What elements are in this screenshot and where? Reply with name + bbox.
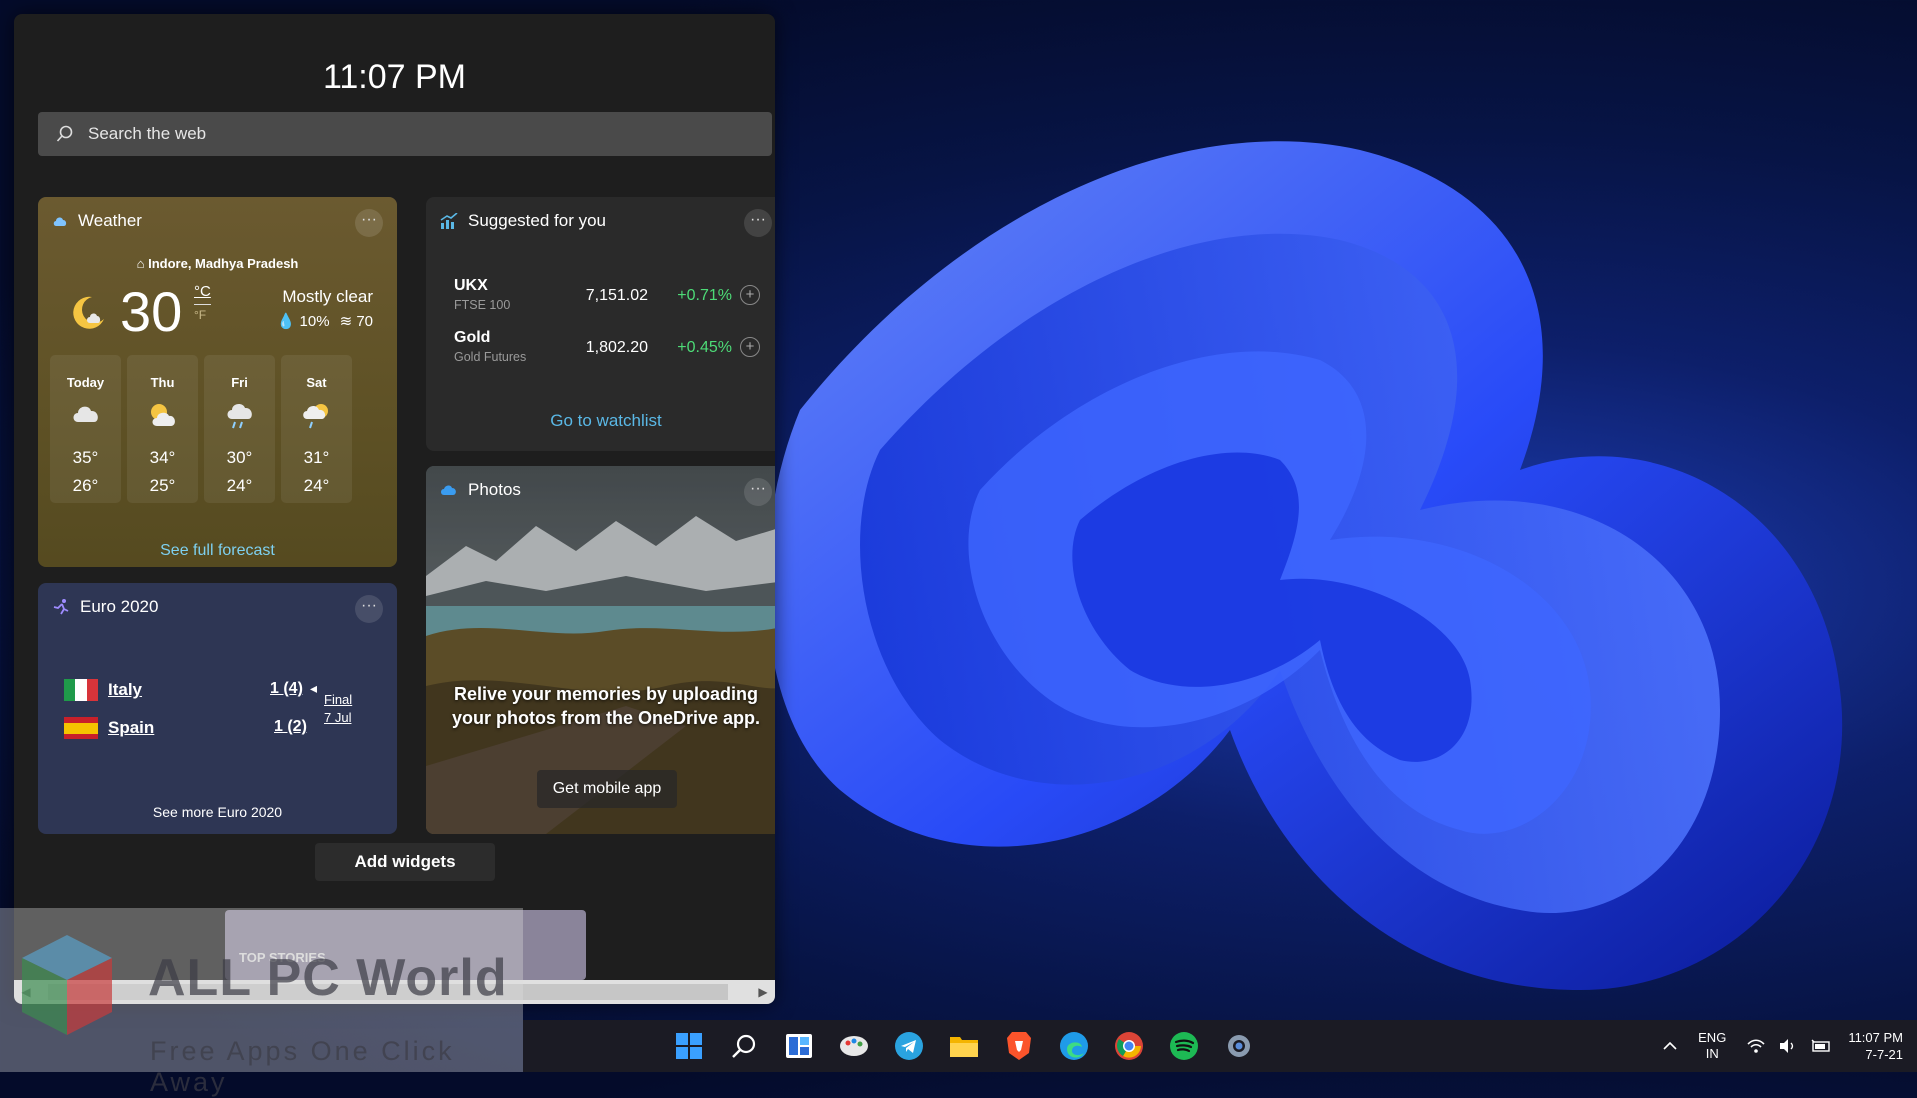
team-row[interactable]: Italy (64, 679, 142, 701)
add-to-watchlist-icon[interactable]: + (740, 337, 760, 357)
search-icon[interactable] (726, 1028, 762, 1064)
forecast-day[interactable]: Today 35° 26° (50, 355, 121, 503)
current-temperature: 30 (120, 280, 183, 343)
paint-icon[interactable] (836, 1028, 872, 1064)
aqi-icon: ≋ (339, 313, 353, 330)
suggested-more-button[interactable]: ··· (744, 209, 772, 237)
weather-card[interactable]: Weather ··· ⌂ Indore, Madhya Pradesh 30 … (38, 197, 397, 567)
see-full-forecast-link[interactable]: See full forecast (38, 542, 397, 560)
euro-more-button[interactable]: ··· (355, 595, 383, 623)
team-score: 1 (4) (270, 680, 303, 697)
panel-clock: 11:07 PM (322, 58, 466, 96)
telegram-icon[interactable] (891, 1028, 927, 1064)
watermark-title: ALL PC World (148, 949, 508, 1007)
system-tray: ENG IN 11:07 PM 7-7-21 (1656, 1020, 1917, 1072)
home-icon: ⌂ (136, 256, 145, 271)
windows-start-icon[interactable] (671, 1028, 707, 1064)
weather-more-button[interactable]: ··· (355, 209, 383, 237)
battery-icon[interactable] (1810, 1038, 1832, 1054)
wifi-icon[interactable] (1746, 1038, 1766, 1054)
widgets-panel: 11:07 PM Weather ··· ⌂ Indore, Madhya Pr… (14, 14, 775, 1004)
spotify-icon[interactable] (1166, 1028, 1202, 1064)
sports-runner-icon (52, 598, 70, 616)
stocks-chart-icon (440, 213, 458, 229)
sun-rain-icon (281, 402, 352, 432)
onedrive-cloud-icon (440, 484, 458, 496)
team-row[interactable]: Spain (64, 717, 154, 739)
go-to-watchlist-link[interactable]: Go to watchlist (426, 411, 775, 431)
stock-row[interactable]: UKX FTSE 100 7,151.02 +0.71% + (454, 277, 760, 312)
rain-icon (204, 402, 275, 432)
team-score: 1 (2) (274, 718, 307, 735)
weather-header: Weather (52, 211, 142, 231)
taskbar-apps (671, 1028, 1257, 1064)
euro-title: Euro 2020 (80, 597, 159, 616)
cloudy-icon (50, 402, 121, 432)
photos-message: Relive your memories by uploading your p… (451, 684, 761, 728)
suggested-title: Suggested for you (468, 211, 606, 230)
winner-arrow-icon: ◂ (310, 680, 318, 696)
moon-icon (73, 296, 104, 329)
match-status[interactable]: Final 7 Jul (324, 691, 352, 727)
watermark-subtitle: Free Apps One Click Away (150, 1036, 455, 1097)
add-widgets-button[interactable]: Add widgets (315, 843, 495, 881)
chrome-icon[interactable] (1111, 1028, 1147, 1064)
weather-title: Weather (78, 211, 142, 230)
euro-header: Euro 2020 (52, 597, 158, 617)
brave-icon[interactable] (1001, 1028, 1037, 1064)
search-icon (56, 125, 73, 142)
settings-icon[interactable] (1221, 1028, 1257, 1064)
suggested-header: Suggested for you (440, 211, 606, 231)
add-to-watchlist-icon[interactable]: + (740, 285, 760, 305)
file-explorer-icon[interactable] (946, 1028, 982, 1064)
scroll-right-icon[interactable]: ▶ (751, 980, 775, 1004)
spain-flag-icon (64, 717, 98, 739)
droplet-icon: 💧 (276, 313, 296, 330)
volume-icon[interactable] (1778, 1038, 1798, 1054)
stock-row[interactable]: Gold Gold Futures 1,802.20 +0.45% + (454, 329, 760, 364)
photos-header: Photos (440, 480, 521, 500)
wallpaper-bloom (766, 141, 1843, 990)
watermark-logo (22, 935, 112, 1035)
forecast-day[interactable]: Fri 30° 24° (204, 355, 275, 503)
cloud-icon (52, 215, 68, 227)
weather-stats: 💧 10% ≋ 70 (276, 313, 373, 330)
photos-title: Photos (468, 480, 521, 499)
temperature-unit-toggle[interactable]: °C °F (194, 283, 211, 324)
search-bar[interactable] (38, 112, 772, 156)
edge-icon[interactable] (1056, 1028, 1092, 1064)
photos-card[interactable]: Photos ··· Relive your memories by uploa… (426, 466, 775, 834)
see-more-euro-link[interactable]: See more Euro 2020 (38, 804, 397, 820)
watermark: ALL PC World Free Apps One Click Away (0, 908, 523, 1097)
taskbar-clock[interactable]: 11:07 PM 7-7-21 (1848, 1029, 1903, 1063)
get-mobile-app-button[interactable]: Get mobile app (537, 770, 677, 808)
search-input[interactable] (86, 123, 690, 145)
forecast-day[interactable]: Sat 31° 24° (281, 355, 352, 503)
forecast-days: Today 35° 26° Thu 34° 25° Fri 30° 24° Sa… (50, 355, 352, 503)
taskbar: ENG IN 11:07 PM 7-7-21 (523, 1020, 1917, 1072)
language-indicator[interactable]: ENG IN (1698, 1030, 1726, 1062)
weather-location: ⌂ Indore, Madhya Pradesh (136, 256, 299, 271)
suggested-card[interactable]: Suggested for you ··· UKX FTSE 100 7,151… (426, 197, 775, 451)
widgets-icon[interactable] (781, 1028, 817, 1064)
chevron-up-icon[interactable] (1662, 1041, 1678, 1051)
partly-sunny-icon (127, 402, 198, 432)
euro-card[interactable]: Euro 2020 ··· Italy 1 (4) ◂ Spain 1 (2) … (38, 583, 397, 834)
photos-more-button[interactable]: ··· (744, 478, 772, 506)
forecast-day[interactable]: Thu 34° 25° (127, 355, 198, 503)
italy-flag-icon (64, 679, 98, 701)
weather-condition: Mostly clear (282, 287, 373, 306)
